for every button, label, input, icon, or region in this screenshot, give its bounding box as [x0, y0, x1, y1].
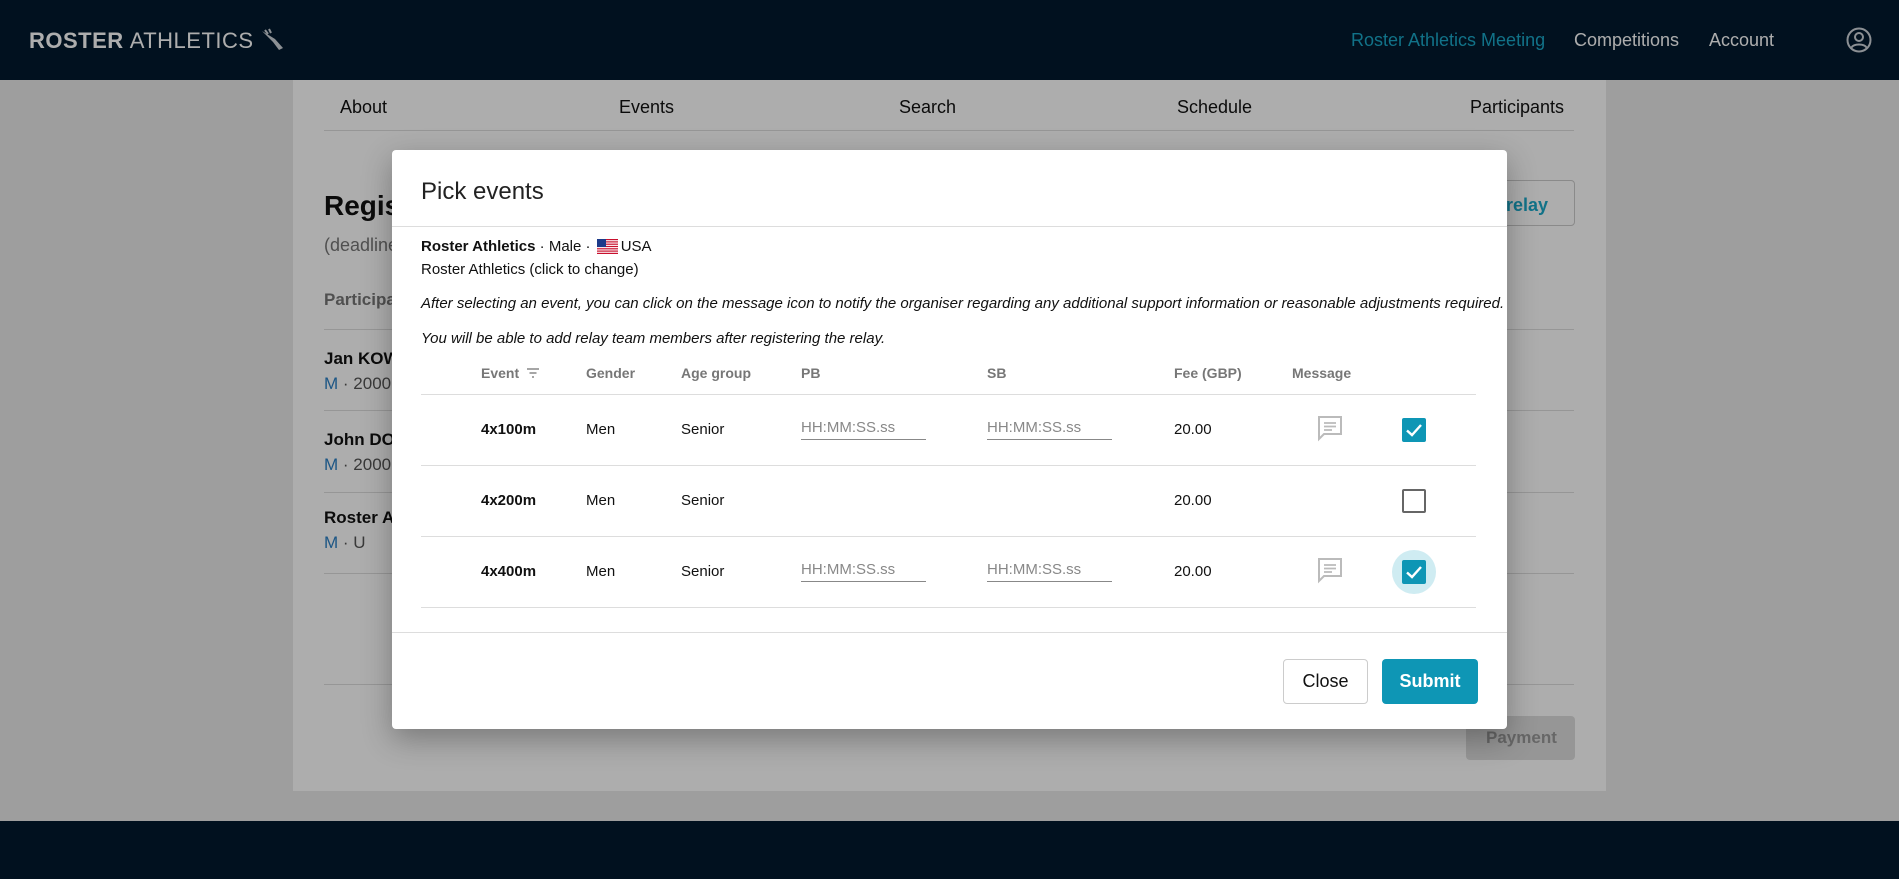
- dialog-title: Pick events: [421, 178, 544, 205]
- athlete-name: Roster Athletics: [421, 238, 536, 255]
- relay-note: You will be able to add relay team membe…: [421, 330, 886, 347]
- message-icon[interactable]: [1316, 414, 1344, 442]
- table-row: 4x100m Men Senior HH:MM:SS.ss HH:MM:SS.s…: [421, 394, 1476, 466]
- check-icon: [1406, 423, 1422, 437]
- us-flag-icon: [596, 239, 618, 254]
- athlete-country: USA: [620, 238, 652, 255]
- sb-input[interactable]: HH:MM:SS.ss: [987, 419, 1112, 440]
- pb-input[interactable]: HH:MM:SS.ss: [801, 419, 926, 440]
- separator: ·: [581, 238, 595, 255]
- check-icon: [1406, 565, 1422, 579]
- pick-events-dialog: Pick events Roster Athletics · Male · US…: [392, 150, 1507, 729]
- event-fee: 20.00: [1174, 536, 1292, 608]
- dialog-header-divider: [392, 226, 1507, 227]
- club-change-link[interactable]: Roster Athletics (click to change): [421, 261, 639, 278]
- checkbox-wrap: [1392, 479, 1436, 523]
- event-age-group: Senior: [681, 394, 801, 466]
- events-table: Event Gender Age group PB SB Fee (GBP) M…: [421, 352, 1476, 608]
- col-fee: Fee (GBP): [1174, 352, 1292, 395]
- event-gender: Men: [586, 536, 681, 608]
- table-row: 4x400m Men Senior HH:MM:SS.ss HH:MM:SS.s…: [421, 536, 1476, 608]
- col-pb: PB: [801, 352, 987, 395]
- event-age-group: Senior: [681, 465, 801, 537]
- sort-icon[interactable]: [526, 367, 540, 378]
- event-name: 4x100m: [481, 394, 586, 466]
- event-checkbox[interactable]: [1402, 417, 1426, 442]
- table-header: Event Gender Age group PB SB Fee (GBP) M…: [421, 352, 1476, 395]
- checkbox-wrap: [1392, 408, 1436, 452]
- event-fee: 20.00: [1174, 394, 1292, 466]
- col-event[interactable]: Event: [481, 352, 586, 395]
- col-message: Message: [1292, 352, 1392, 395]
- event-gender: Men: [586, 394, 681, 466]
- table-row: 4x200m Men Senior 20.00: [421, 465, 1476, 537]
- close-button[interactable]: Close: [1283, 659, 1368, 704]
- event-fee: 20.00: [1174, 465, 1292, 537]
- athlete-info: Roster Athletics · Male · USA: [421, 238, 652, 255]
- event-checkbox[interactable]: [1402, 488, 1426, 513]
- event-checkbox[interactable]: [1402, 559, 1426, 584]
- sb-input[interactable]: HH:MM:SS.ss: [987, 561, 1112, 582]
- event-name: 4x400m: [481, 536, 586, 608]
- pb-input[interactable]: HH:MM:SS.ss: [801, 561, 926, 582]
- event-gender: Men: [586, 465, 681, 537]
- col-gender: Gender: [586, 352, 681, 395]
- checkbox-wrap: [1392, 549, 1436, 594]
- col-age-group: Age group: [681, 352, 801, 395]
- message-icon[interactable]: [1316, 556, 1344, 584]
- event-age-group: Senior: [681, 536, 801, 608]
- separator: ·: [535, 238, 549, 255]
- athlete-sex: Male: [548, 238, 582, 255]
- submit-button[interactable]: Submit: [1382, 659, 1478, 704]
- event-name: 4x200m: [481, 465, 586, 537]
- col-sb: SB: [987, 352, 1174, 395]
- dialog-footer-divider: [392, 632, 1507, 633]
- support-note: After selecting an event, you can click …: [421, 295, 1505, 312]
- col-event-label: Event: [481, 364, 520, 381]
